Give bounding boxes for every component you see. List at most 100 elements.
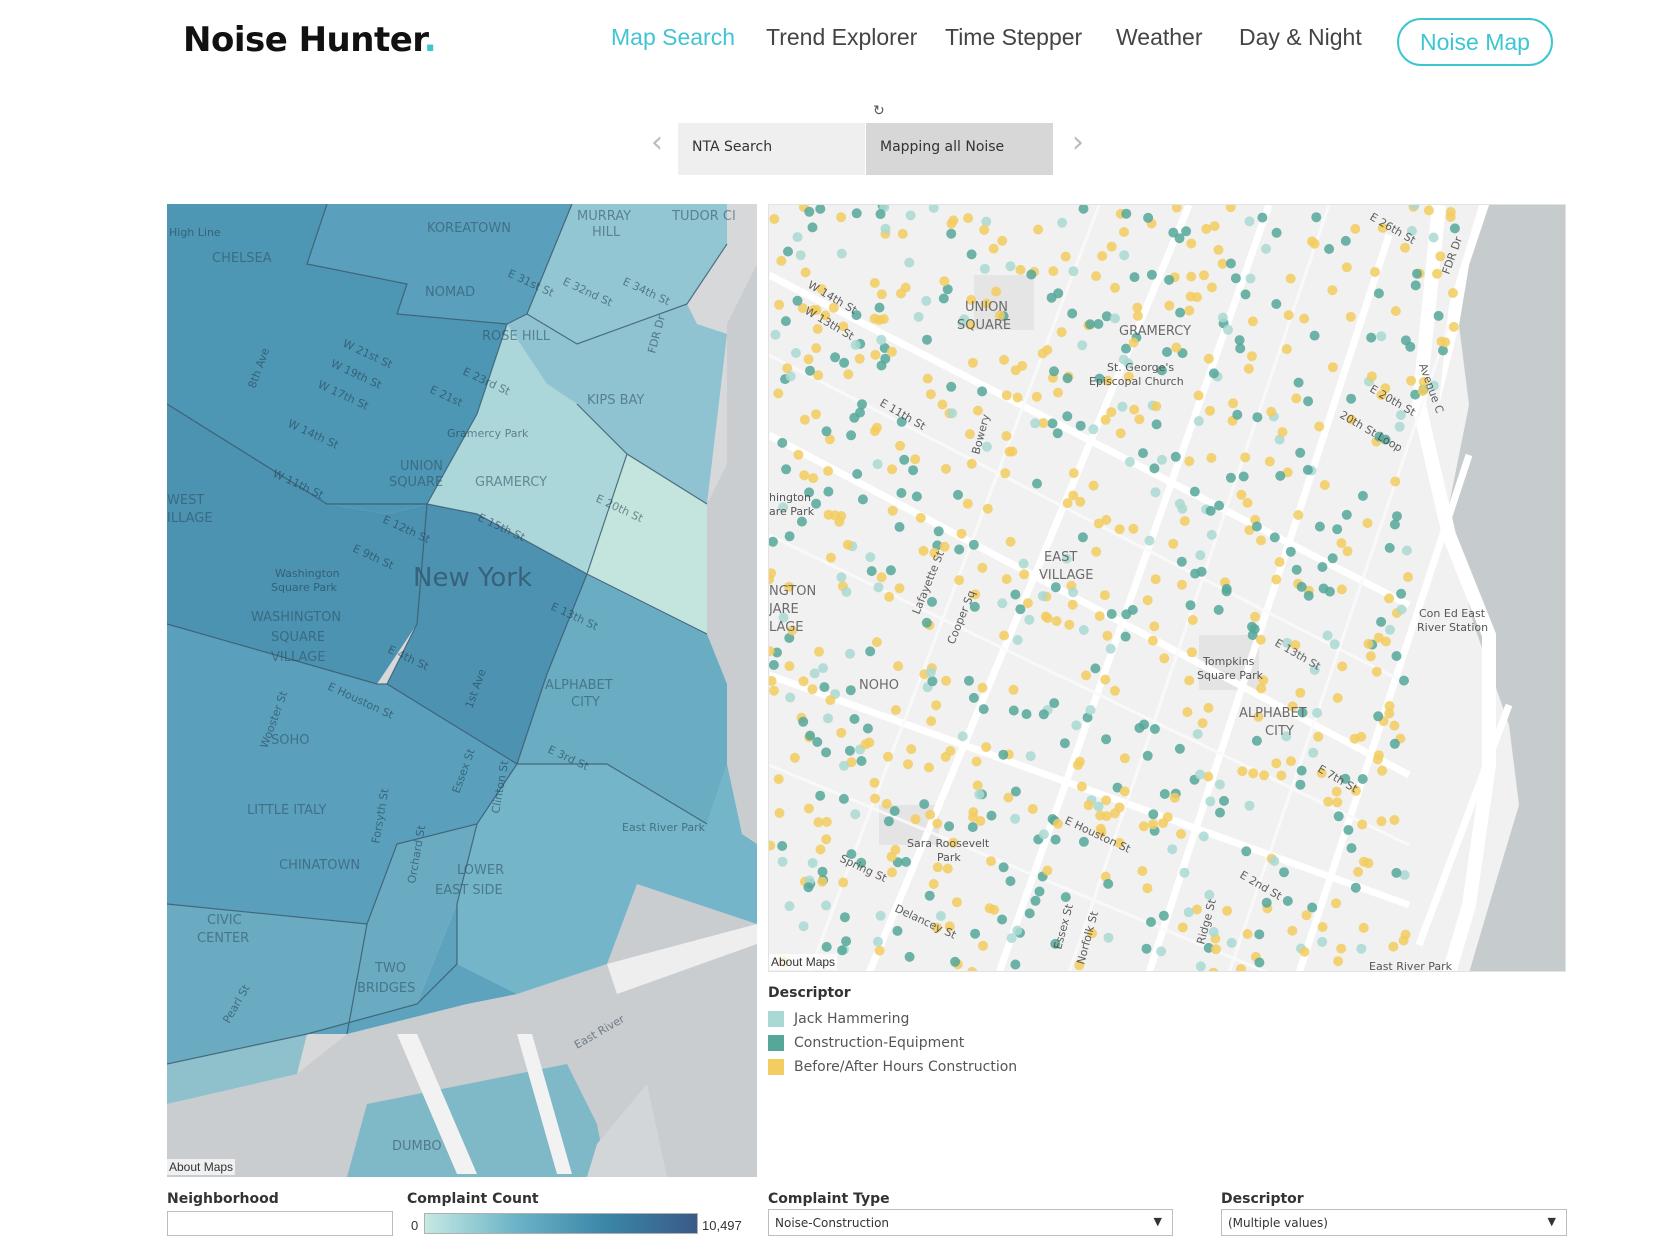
complaint-point[interactable] xyxy=(773,388,784,399)
complaint-point[interactable] xyxy=(823,486,834,497)
complaint-point[interactable] xyxy=(795,250,806,261)
complaint-point[interactable] xyxy=(1077,340,1088,351)
complaint-point[interactable] xyxy=(886,851,897,862)
complaint-point[interactable] xyxy=(883,816,894,827)
complaint-point[interactable] xyxy=(1332,524,1343,535)
complaint-point[interactable] xyxy=(1350,882,1361,893)
complaint-point[interactable] xyxy=(1324,244,1335,254)
complaint-point[interactable] xyxy=(978,940,988,951)
complaint-point[interactable] xyxy=(1005,261,1016,272)
complaint-point[interactable] xyxy=(1195,550,1206,561)
complaint-point[interactable] xyxy=(1186,238,1197,249)
complaint-point[interactable] xyxy=(881,798,892,809)
complaint-point[interactable] xyxy=(1012,635,1023,645)
complaint-point[interactable] xyxy=(849,412,860,423)
complaint-point[interactable] xyxy=(821,747,832,758)
complaint-point[interactable] xyxy=(998,862,1009,873)
complaint-point[interactable] xyxy=(947,408,958,419)
complaint-point[interactable] xyxy=(1308,747,1319,758)
complaint-point[interactable] xyxy=(813,817,824,828)
complaint-point[interactable] xyxy=(1184,305,1195,316)
complaint-point[interactable] xyxy=(870,793,880,804)
complaint-point[interactable] xyxy=(869,313,880,324)
complaint-point[interactable] xyxy=(777,856,788,867)
complaint-point[interactable] xyxy=(808,473,819,484)
complaint-point[interactable] xyxy=(1323,796,1334,807)
complaint-point[interactable] xyxy=(1182,707,1193,718)
complaint-point[interactable] xyxy=(1317,936,1328,947)
complaint-point[interactable] xyxy=(1221,586,1232,597)
complaint-point[interactable] xyxy=(1406,375,1417,386)
complaint-point[interactable] xyxy=(1373,288,1384,299)
complaint-point[interactable] xyxy=(839,357,850,368)
complaint-point[interactable] xyxy=(1266,406,1277,417)
complaint-point[interactable] xyxy=(844,745,855,756)
complaint-point[interactable] xyxy=(1176,556,1187,567)
complaint-point[interactable] xyxy=(1287,925,1298,936)
complaint-point[interactable] xyxy=(1269,532,1280,543)
complaint-point[interactable] xyxy=(1211,944,1221,955)
complaint-point[interactable] xyxy=(1225,258,1236,269)
complaint-point[interactable] xyxy=(1350,223,1361,234)
neighborhood-input[interactable] xyxy=(167,1211,393,1236)
complaint-point[interactable] xyxy=(1410,280,1421,291)
descriptor-select[interactable]: (Multiple values) ▼ xyxy=(1221,1209,1567,1236)
complaint-point[interactable] xyxy=(1252,412,1263,423)
complaint-point[interactable] xyxy=(1091,271,1102,282)
complaint-point[interactable] xyxy=(799,414,810,425)
complaint-point[interactable] xyxy=(1448,288,1458,298)
complaint-point[interactable] xyxy=(1120,631,1131,642)
complaint-point[interactable] xyxy=(932,818,943,829)
complaint-point[interactable] xyxy=(1010,813,1021,824)
complaint-point[interactable] xyxy=(937,399,948,410)
complaint-point[interactable] xyxy=(1018,558,1029,569)
complaint-point[interactable] xyxy=(1345,311,1356,322)
complaint-point[interactable] xyxy=(1142,750,1153,761)
complaint-point[interactable] xyxy=(1060,251,1071,262)
complaint-point[interactable] xyxy=(1048,266,1059,277)
complaint-point[interactable] xyxy=(830,352,841,363)
complaint-point[interactable] xyxy=(1033,224,1044,235)
complaint-point[interactable] xyxy=(821,426,832,437)
complaint-point[interactable] xyxy=(886,346,897,357)
complaint-point[interactable] xyxy=(1156,946,1167,957)
complaint-point[interactable] xyxy=(977,562,988,573)
complaint-point[interactable] xyxy=(964,675,974,686)
complaint-point[interactable] xyxy=(918,545,929,556)
complaint-point[interactable] xyxy=(1109,808,1120,819)
complaint-point[interactable] xyxy=(1168,227,1179,238)
complaint-point[interactable] xyxy=(887,505,898,516)
complaint-point[interactable] xyxy=(1271,227,1282,238)
complaint-point[interactable] xyxy=(1071,720,1082,731)
complaint-point[interactable] xyxy=(1060,892,1071,903)
complaint-point[interactable] xyxy=(1038,709,1049,720)
complaint-point[interactable] xyxy=(1264,456,1275,467)
complaint-point[interactable] xyxy=(1067,599,1078,610)
complaint-point[interactable] xyxy=(919,799,930,810)
complaint-point[interactable] xyxy=(1342,546,1353,557)
complaint-point[interactable] xyxy=(884,591,895,602)
complaint-point[interactable] xyxy=(1008,684,1019,695)
complaint-point[interactable] xyxy=(963,213,974,224)
complaint-point[interactable] xyxy=(1299,313,1310,324)
complaint-point[interactable] xyxy=(1147,635,1158,646)
complaint-point[interactable] xyxy=(1134,414,1145,425)
complaint-point[interactable] xyxy=(1236,489,1247,500)
complaint-point[interactable] xyxy=(769,660,779,670)
complaint-point[interactable] xyxy=(1440,337,1451,348)
complaint-point[interactable] xyxy=(1388,941,1399,952)
complaint-point[interactable] xyxy=(1445,207,1456,217)
complaint-point[interactable] xyxy=(1213,604,1224,615)
complaint-point[interactable] xyxy=(785,371,796,382)
complaint-point[interactable] xyxy=(1206,282,1217,293)
complaint-point[interactable] xyxy=(1010,959,1021,970)
complaint-point[interactable] xyxy=(1332,693,1343,703)
complaint-point[interactable] xyxy=(1175,307,1186,318)
complaint-point[interactable] xyxy=(1057,217,1068,228)
chevron-right-icon[interactable]: › xyxy=(1072,128,1084,158)
complaint-point[interactable] xyxy=(1103,878,1114,889)
complaint-point[interactable] xyxy=(1109,685,1120,696)
complaint-point[interactable] xyxy=(1144,535,1155,546)
complaint-point[interactable] xyxy=(1012,925,1023,936)
complaint-point[interactable] xyxy=(1142,595,1153,606)
